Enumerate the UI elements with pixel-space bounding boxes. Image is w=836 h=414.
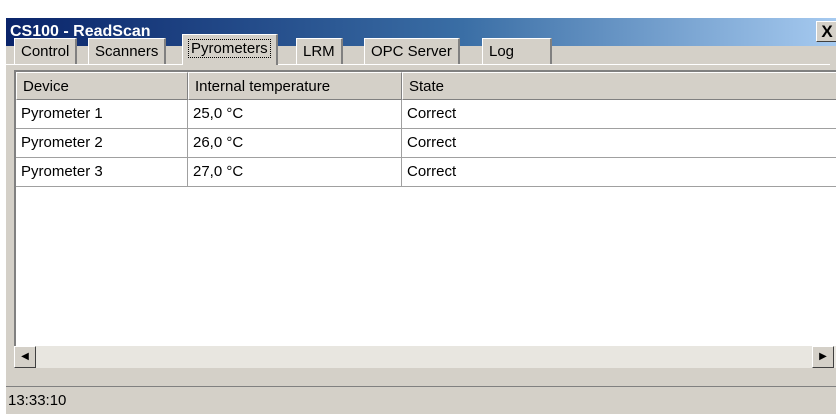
device-cell: Pyrometer 3 bbox=[16, 158, 188, 187]
table-row[interactable]: Pyrometer 1 25,0 °C Correct bbox=[16, 100, 836, 129]
scroll-left-button[interactable]: ◀ bbox=[14, 346, 36, 368]
arrow-right-icon: ▶ bbox=[819, 351, 827, 362]
tab-opc-server[interactable]: OPC Server bbox=[364, 38, 460, 64]
status-bar: 13:33:10 bbox=[6, 386, 836, 414]
table-row[interactable]: Pyrometer 3 27,0 °C Correct bbox=[16, 158, 836, 187]
tab-divider bbox=[4, 64, 830, 65]
tab-lrm[interactable]: LRM bbox=[296, 38, 343, 64]
temperature-cell: 25,0 °C bbox=[188, 100, 402, 129]
column-header-device[interactable]: Device bbox=[16, 72, 188, 100]
pyrometer-table: Device Internal temperature State Pyrome… bbox=[14, 70, 836, 348]
tab-control[interactable]: Control bbox=[14, 38, 78, 64]
state-cell: Correct bbox=[402, 158, 836, 187]
device-cell: Pyrometer 1 bbox=[16, 100, 188, 129]
tab-scanners[interactable]: Scanners bbox=[88, 38, 167, 64]
state-cell: Correct bbox=[402, 129, 836, 158]
arrow-left-icon: ◀ bbox=[21, 351, 29, 362]
tab-log[interactable]: Log bbox=[482, 38, 552, 64]
table-header: Device Internal temperature State bbox=[16, 72, 836, 100]
status-time: 13:33:10 bbox=[8, 392, 67, 409]
device-cell: Pyrometer 2 bbox=[16, 129, 188, 158]
table-row[interactable]: Pyrometer 2 26,0 °C Correct bbox=[16, 129, 836, 158]
column-header-internal-temperature[interactable]: Internal temperature bbox=[188, 72, 402, 100]
temperature-cell: 27,0 °C bbox=[188, 158, 402, 187]
horizontal-scrollbar[interactable]: ◀ ▶ bbox=[14, 346, 836, 368]
column-header-state[interactable]: State bbox=[402, 72, 836, 100]
temperature-cell: 26,0 °C bbox=[188, 129, 402, 158]
state-cell: Correct bbox=[402, 100, 836, 129]
scroll-right-button[interactable]: ▶ bbox=[812, 346, 834, 368]
tab-pyrometers[interactable]: Pyrometers bbox=[182, 34, 278, 65]
tab-strip: Control Scanners Pyrometers LRM OPC Serv… bbox=[4, 34, 830, 65]
